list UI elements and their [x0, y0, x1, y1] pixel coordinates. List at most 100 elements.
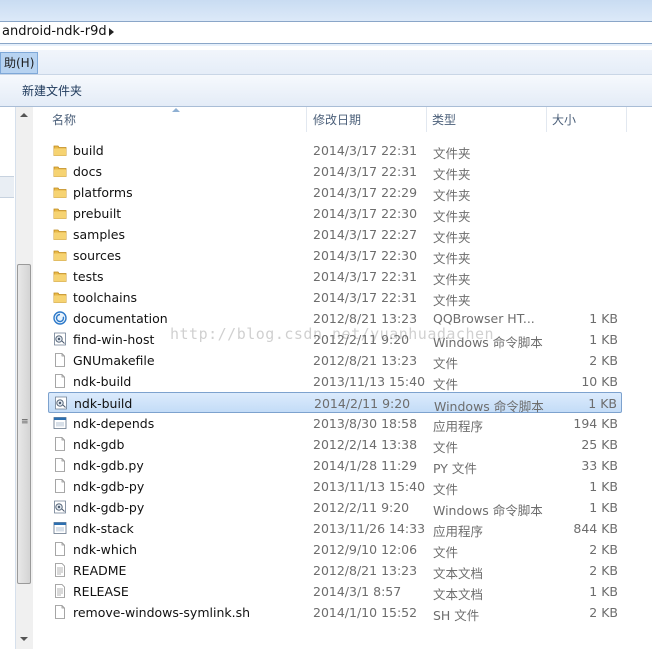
navigation-pane[interactable]: [0, 107, 16, 649]
scrollbar-thumb[interactable]: ≡: [17, 264, 31, 584]
column-divider[interactable]: [426, 107, 427, 132]
file-date: 2012/2/11 9:20: [313, 332, 410, 347]
navigation-scrollbar[interactable]: ≡: [16, 107, 33, 649]
file-name: ndk-gdb.py: [73, 458, 144, 473]
file-type: PY 文件: [433, 461, 477, 476]
file-date: 2014/3/17 22:31: [313, 143, 418, 158]
address-bar[interactable]: android-ndk-r9d: [0, 21, 652, 44]
file-size: 1 KB: [588, 396, 617, 411]
file-size: 25 KB: [581, 437, 618, 452]
navigation-selected-item[interactable]: [0, 176, 14, 198]
file-date: 2014/1/10 15:52: [313, 605, 418, 620]
table-row[interactable]: ndk-build 2013/11/13 15:40 文件 10 KB: [48, 371, 622, 392]
table-row[interactable]: remove-windows-symlink.sh 2014/1/10 15:52…: [48, 602, 622, 623]
table-row-selected[interactable]: ndk-build 2014/2/11 9:20 Windows 命令脚本 1 KB: [48, 392, 622, 414]
table-row[interactable]: find-win-host 2012/2/11 9:20 Windows 命令脚本 1…: [48, 329, 622, 350]
file-name: ndk-gdb: [73, 437, 125, 452]
column-divider[interactable]: [546, 107, 547, 132]
file-size: 2 KB: [589, 605, 618, 620]
file-name: platforms: [73, 185, 133, 200]
breadcrumb-chevron-icon[interactable]: [109, 28, 114, 36]
column-divider[interactable]: [626, 107, 627, 132]
file-icon: [53, 374, 67, 388]
file-icon: [53, 437, 67, 451]
file-date: 2012/8/21 13:23: [313, 353, 418, 368]
text-document-icon: [53, 584, 67, 598]
table-row[interactable]: ndk-gdb 2012/2/14 13:38 文件 25 KB: [48, 434, 622, 455]
new-folder-button[interactable]: 新建文件夹: [22, 82, 82, 99]
table-row[interactable]: README 2012/8/21 13:23 文本文档 2 KB: [48, 560, 622, 581]
script-icon: [53, 332, 67, 346]
table-row[interactable]: toolchains 2014/3/17 22:31 文件夹: [48, 287, 622, 308]
file-size: 33 KB: [581, 458, 618, 473]
file-name: ndk-gdb-py: [73, 479, 145, 494]
column-divider[interactable]: [306, 107, 307, 132]
file-size: 2 KB: [589, 353, 618, 368]
file-date: 2014/3/17 22:29: [313, 185, 418, 200]
file-date: 2014/3/17 22:27: [313, 227, 418, 242]
file-name: README: [73, 563, 127, 578]
file-name: tests: [73, 269, 104, 284]
table-row[interactable]: tests 2014/3/17 22:31 文件夹: [48, 266, 622, 287]
file-type: 文件夹: [433, 230, 471, 245]
table-row[interactable]: prebuilt 2014/3/17 22:30 文件夹: [48, 203, 622, 224]
table-row[interactable]: build 2014/3/17 22:31 文件夹: [48, 140, 622, 161]
application-icon: [53, 416, 67, 430]
menu-bar: 助(H): [0, 50, 652, 75]
file-name: samples: [73, 227, 125, 242]
file-icon: [53, 542, 67, 556]
file-name: prebuilt: [73, 206, 122, 221]
scroll-up-arrow-icon[interactable]: [20, 113, 28, 117]
file-size: 1 KB: [589, 479, 618, 494]
application-icon: [53, 521, 67, 535]
table-row[interactable]: ndk-gdb-py 2012/2/11 9:20 Windows 命令脚本 1 KB: [48, 497, 622, 518]
table-row[interactable]: GNUmakefile 2012/8/21 13:23 文件 2 KB: [48, 350, 622, 371]
file-date: 2013/11/13 15:40: [313, 374, 426, 389]
file-name: ndk-which: [73, 542, 138, 557]
table-row[interactable]: docs 2014/3/17 22:31 文件夹: [48, 161, 622, 182]
folder-icon: [53, 227, 67, 241]
address-bar-area: android-ndk-r9d: [0, 0, 652, 46]
column-header-row: 名称 修改日期 类型 大小: [34, 107, 652, 132]
file-date: 2013/8/30 18:58: [313, 416, 418, 431]
file-name: sources: [73, 248, 122, 263]
table-row[interactable]: ndk-depends 2013/8/30 18:58 应用程序 194 KB: [48, 413, 622, 434]
script-icon: [54, 396, 68, 410]
file-type: 文件: [433, 440, 459, 455]
command-bar: 新建文件夹: [0, 75, 652, 107]
table-row[interactable]: sources 2014/3/17 22:30 文件夹: [48, 245, 622, 266]
file-date: 2014/3/17 22:31: [313, 164, 418, 179]
menu-help[interactable]: 助(H): [0, 52, 39, 74]
address-path[interactable]: android-ndk-r9d: [2, 24, 107, 39]
table-row[interactable]: ndk-gdb-py 2013/11/13 15:40 文件 1 KB: [48, 476, 622, 497]
file-date: 2014/3/17 22:30: [313, 248, 418, 263]
table-row[interactable]: documentation 2012/8/21 13:23 QQBrowser HT…: [48, 308, 622, 329]
column-header-date[interactable]: 修改日期: [313, 107, 361, 132]
table-row[interactable]: ndk-stack 2013/11/26 14:33 应用程序 844 KB: [48, 518, 622, 539]
file-date: 2014/3/17 22:31: [313, 290, 418, 305]
file-type: 文件: [433, 356, 459, 371]
file-name: documentation: [73, 311, 168, 326]
column-header-type[interactable]: 类型: [432, 107, 456, 132]
folder-icon: [53, 164, 67, 178]
file-size: 1 KB: [589, 311, 618, 326]
file-date: 2012/9/10 12:06: [313, 542, 418, 557]
table-row[interactable]: ndk-which 2012/9/10 12:06 文件 2 KB: [48, 539, 622, 560]
file-name: docs: [73, 164, 102, 179]
file-name: GNUmakefile: [73, 353, 155, 368]
column-header-name[interactable]: 名称: [52, 107, 76, 132]
table-row[interactable]: ndk-gdb.py 2014/1/28 11:29 PY 文件 33 KB: [48, 455, 622, 476]
table-row[interactable]: RELEASE 2014/3/1 8:57 文本文档 1 KB: [48, 581, 622, 602]
column-header-size[interactable]: 大小: [552, 107, 576, 132]
table-row[interactable]: platforms 2014/3/17 22:29 文件夹: [48, 182, 622, 203]
file-date: 2014/3/1 8:57: [313, 584, 402, 599]
folder-icon: [53, 269, 67, 283]
file-icon: [53, 353, 67, 367]
scroll-down-arrow-icon[interactable]: [20, 637, 28, 641]
file-date: 2014/3/17 22:30: [313, 206, 418, 221]
table-row[interactable]: samples 2014/3/17 22:27 文件夹: [48, 224, 622, 245]
file-size: 2 KB: [589, 542, 618, 557]
file-size: 1 KB: [589, 584, 618, 599]
file-name: ndk-build: [73, 374, 132, 389]
file-date: 2013/11/13 15:40: [313, 479, 426, 494]
